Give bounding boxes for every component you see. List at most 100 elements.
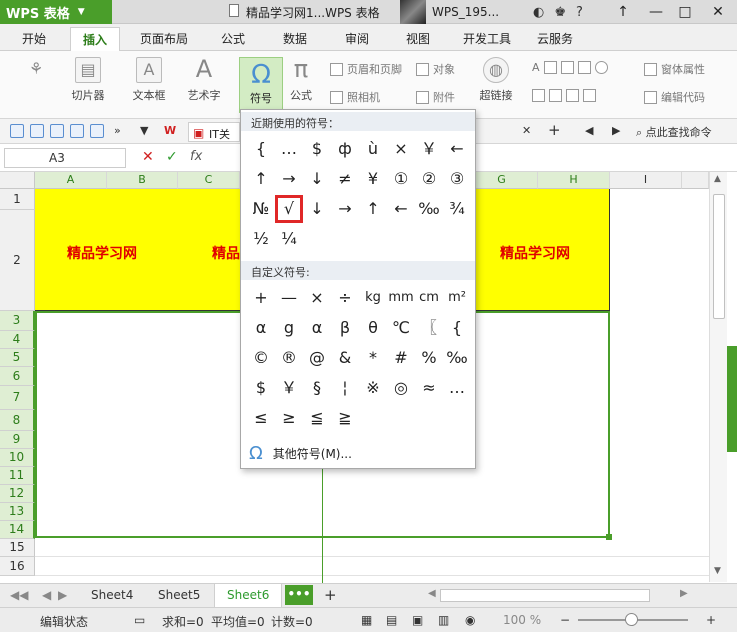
print-icon[interactable] xyxy=(70,124,84,138)
minimize-button[interactable]: — xyxy=(640,0,672,24)
more-icon[interactable]: » xyxy=(114,124,121,137)
row-header-11[interactable]: 11 xyxy=(0,467,35,485)
shirt-icon[interactable]: ♚ xyxy=(554,5,566,20)
vertical-scrollbar[interactable]: ▲ ▼ xyxy=(709,172,727,582)
form-controls-row2[interactable] xyxy=(532,89,596,102)
formula-button[interactable]: π 公式 xyxy=(286,57,316,103)
recent-symbol-7[interactable]: ← xyxy=(443,135,471,163)
recent-symbol-11[interactable]: ≠ xyxy=(331,165,359,193)
close-tab-icon[interactable]: ✕ xyxy=(522,124,531,137)
select-all-corner[interactable] xyxy=(0,172,35,189)
arttext-button[interactable]: A 艺术字 xyxy=(182,57,226,103)
custom-symbol-16[interactable]: © xyxy=(247,344,275,372)
custom-symbol-9[interactable]: g xyxy=(275,314,303,342)
new-icon[interactable] xyxy=(10,124,24,138)
recent-symbol-9[interactable]: → xyxy=(275,165,303,193)
tab-view[interactable]: 视图 xyxy=(406,30,430,47)
column-header-a[interactable]: A xyxy=(35,172,107,189)
horizontal-scrollbar[interactable] xyxy=(440,589,650,602)
custom-symbol-24[interactable]: $ xyxy=(247,374,275,402)
confirm-icon[interactable]: ✓ xyxy=(166,149,178,165)
row-header-16[interactable]: 16 xyxy=(0,557,35,576)
recent-symbol-2[interactable]: $ xyxy=(303,135,331,163)
tab-data[interactable]: 数据 xyxy=(283,30,307,47)
row-header-14[interactable]: 14 xyxy=(0,521,35,539)
prev-sheet-icon[interactable]: ◀ xyxy=(42,588,51,602)
scroll-up-icon[interactable]: ▲ xyxy=(714,174,721,184)
scroll-down-icon[interactable]: ▼ xyxy=(714,566,721,576)
recent-symbol-5[interactable]: × xyxy=(387,135,415,163)
tab-cloud[interactable]: 云服务 xyxy=(537,30,573,47)
hscroll-left-icon[interactable]: ◀ xyxy=(428,588,436,599)
tab-insert[interactable]: 插入 xyxy=(70,27,121,51)
row-header-8[interactable]: 8 xyxy=(0,410,35,431)
maximize-button[interactable]: □ xyxy=(669,0,701,24)
scroll-thumb[interactable] xyxy=(713,194,725,319)
cell-text-g2[interactable]: 精品学习网 xyxy=(500,243,570,263)
column-header-g[interactable]: G xyxy=(466,172,538,189)
custom-symbol-10[interactable]: α xyxy=(303,314,331,342)
row-header-2[interactable]: 2 xyxy=(0,210,35,311)
new-tab-icon[interactable]: + xyxy=(548,121,561,139)
recent-symbol-1[interactable]: … xyxy=(275,135,303,163)
custom-symbol-5[interactable]: mm xyxy=(387,284,415,312)
row-header-3[interactable]: 3 xyxy=(0,311,35,331)
custom-symbol-0[interactable]: + xyxy=(247,284,275,312)
tab-page-layout[interactable]: 页面布局 xyxy=(140,30,188,47)
row-header-6[interactable]: 6 xyxy=(0,367,35,386)
custom-symbol-30[interactable]: ≈ xyxy=(415,374,443,402)
custom-symbol-6[interactable]: cm xyxy=(415,284,443,312)
recent-symbol-19[interactable]: → xyxy=(331,195,359,223)
name-box[interactable]: A3 xyxy=(4,148,126,168)
row-header-7[interactable]: 7 xyxy=(0,386,35,410)
column-header-c[interactable]: C xyxy=(178,172,240,189)
custom-symbol-26[interactable]: § xyxy=(303,374,331,402)
upload-button[interactable]: ↑ xyxy=(607,0,639,24)
custom-symbol-23[interactable]: ‰ xyxy=(443,344,471,372)
column-header-i[interactable]: I xyxy=(610,172,682,189)
sheet-tab-6[interactable]: Sheet6 xyxy=(214,584,283,607)
symbol-button[interactable]: Ω 符号 xyxy=(239,57,283,113)
preview-icon[interactable] xyxy=(90,124,104,138)
document-tab[interactable]: ▣ IT关键 xyxy=(188,122,240,157)
custom-symbol-14[interactable]: 〖 xyxy=(415,314,443,342)
form-controls-row1[interactable]: A xyxy=(532,61,608,74)
zoom-out-icon[interactable]: − xyxy=(560,613,570,627)
row-header-5[interactable]: 5 xyxy=(0,349,35,367)
column-header-blank[interactable] xyxy=(682,172,709,189)
recent-symbol-21[interactable]: ← xyxy=(387,195,415,223)
textbox-button[interactable]: A 文本框 xyxy=(126,57,172,103)
recent-symbol-15[interactable]: ③ xyxy=(443,165,471,193)
more-symbols-button[interactable]: Ω 其他符号(M)... xyxy=(249,443,352,464)
recent-symbol-6[interactable]: ￥ xyxy=(415,135,443,163)
recent-symbol-22[interactable]: ‰ xyxy=(415,195,443,223)
object-button[interactable]: 对象 xyxy=(416,61,455,77)
attachment-button[interactable]: 附件 xyxy=(416,89,455,105)
recent-symbol-18[interactable]: ↓ xyxy=(303,195,331,223)
function-icon[interactable]: fx xyxy=(190,149,202,164)
edit-code-button[interactable]: 编辑代码 xyxy=(644,89,705,105)
custom-symbol-18[interactable]: @ xyxy=(303,344,331,372)
custom-symbol-28[interactable]: ※ xyxy=(359,374,387,402)
custom-symbol-19[interactable]: & xyxy=(331,344,359,372)
custom-symbol-27[interactable]: ¦ xyxy=(331,374,359,402)
add-sheet-button[interactable]: + xyxy=(324,586,337,604)
first-sheet-icon[interactable]: ◀◀ xyxy=(10,588,28,602)
custom-symbol-11[interactable]: β xyxy=(331,314,359,342)
skin-icon[interactable]: ◐ xyxy=(533,5,544,20)
page-break-icon[interactable]: ▣ xyxy=(412,613,423,627)
reading-icon[interactable]: ▥ xyxy=(438,613,449,627)
window-props-button[interactable]: 窗体属性 xyxy=(644,61,705,77)
tab-review[interactable]: 审阅 xyxy=(345,30,369,47)
custom-symbol-20[interactable]: * xyxy=(359,344,387,372)
sheet-tab-5[interactable]: Sheet5 xyxy=(158,588,200,602)
zoom-knob[interactable] xyxy=(625,613,638,626)
custom-symbol-33[interactable]: ≥ xyxy=(275,404,303,432)
tab-formula[interactable]: 公式 xyxy=(221,30,245,47)
row-header-13[interactable]: 13 xyxy=(0,503,35,521)
row-header-9[interactable]: 9 xyxy=(0,431,35,449)
column-header-h[interactable]: H xyxy=(538,172,610,189)
custom-symbol-1[interactable]: — xyxy=(275,284,303,312)
side-panel-toggle[interactable] xyxy=(727,346,737,452)
recent-symbol-10[interactable]: ↓ xyxy=(303,165,331,193)
